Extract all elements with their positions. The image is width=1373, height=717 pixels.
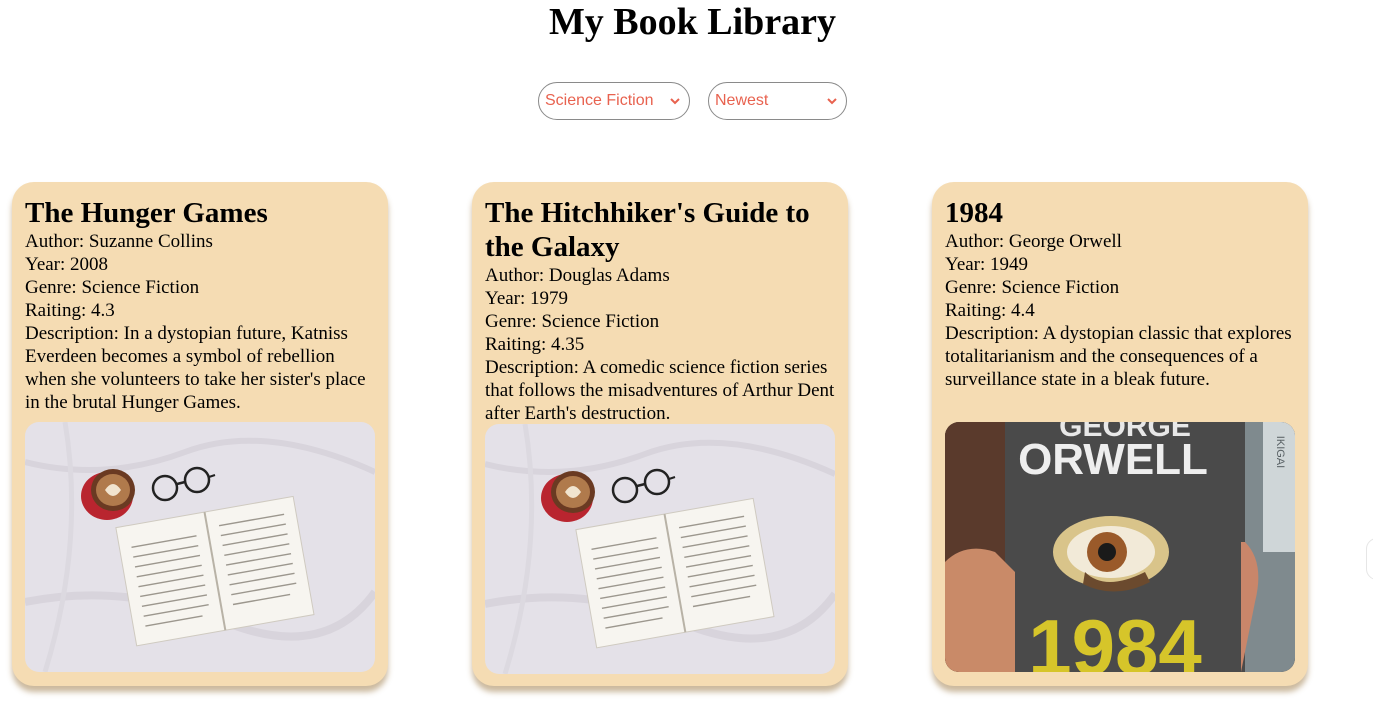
- 1984-cover-photo: IKIGAI GEORGE ORWELL 1984: [945, 422, 1295, 672]
- book-year: Year: 1949: [945, 254, 1029, 275]
- sort-order-value: Newest: [715, 92, 769, 109]
- book-rating: Raiting: 4.35: [485, 334, 585, 355]
- book-genre: Genre: Science Fiction: [485, 311, 660, 332]
- cover-author: ORWELL: [1018, 435, 1208, 484]
- book-image: IKIGAI GEORGE ORWELL 1984: [945, 422, 1295, 672]
- book-card[interactable]: The Hunger Games Author: Suzanne Collins…: [12, 182, 388, 686]
- book-year: Year: 1979: [485, 288, 569, 309]
- library-page: My Book Library Science Fiction Newest T…: [0, 0, 1373, 717]
- chevron-down-icon: [827, 98, 837, 105]
- book-card[interactable]: The Hitchhiker's Guide to the Galaxy Aut…: [472, 182, 848, 686]
- book-description: Description: In a dystopian future, Katn…: [25, 323, 366, 413]
- book-title: 1984: [945, 197, 1003, 229]
- page-title: My Book Library: [548, 1, 837, 43]
- book-card[interactable]: 1984 Author: George Orwell Year: 1949 Ge…: [932, 182, 1308, 686]
- book-rating: Raiting: 4.4: [945, 300, 1035, 321]
- chevron-down-icon: [670, 98, 680, 105]
- carousel-next-button[interactable]: [1366, 538, 1373, 580]
- open-book-photo: [485, 424, 835, 674]
- book-author: Author: Douglas Adams: [485, 265, 670, 286]
- spine-text: IKIGAI: [1274, 436, 1286, 468]
- book-author: Author: George Orwell: [945, 231, 1122, 252]
- genre-filter-select[interactable]: Science Fiction: [538, 82, 690, 120]
- book-rating: Raiting: 4.3: [25, 300, 115, 321]
- book-image: [485, 424, 835, 674]
- book-year: Year: 2008: [25, 254, 109, 275]
- cover-title: 1984: [1028, 603, 1202, 672]
- book-genre: Genre: Science Fiction: [945, 277, 1120, 298]
- book-image: [25, 422, 375, 672]
- book-title: The Hunger Games: [25, 197, 268, 229]
- book-description: Description: A dystopian classic that ex…: [945, 323, 1292, 390]
- genre-filter-value: Science Fiction: [545, 92, 654, 109]
- sort-order-select[interactable]: Newest: [708, 82, 847, 120]
- book-description: Description: A comedic science fiction s…: [485, 357, 835, 424]
- book-title: The Hitchhiker's Guide to the Galaxy: [485, 197, 810, 263]
- book-genre: Genre: Science Fiction: [25, 277, 200, 298]
- book-author: Author: Suzanne Collins: [25, 231, 213, 252]
- open-book-photo: [25, 422, 375, 672]
